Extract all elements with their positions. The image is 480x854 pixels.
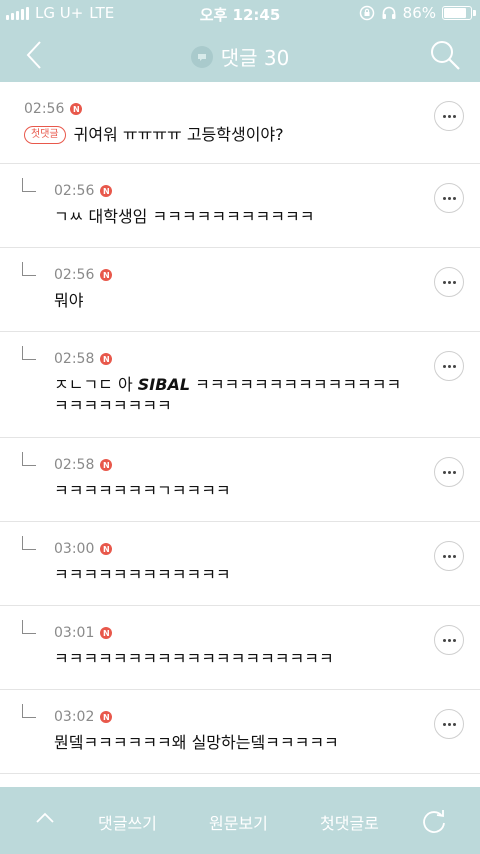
more-options-button[interactable] [434,351,464,381]
comment-text: 뭐야 [54,291,84,310]
refresh-icon[interactable] [420,807,448,835]
status-right: 86% [359,4,476,22]
comment-time: 02:58 [54,457,95,473]
comment-text: 귀여워 ㅠㅠㅠㅠ 고등학생이야? [73,125,284,144]
comment-body: 첫댓글 귀여워 ㅠㅠㅠㅠ 고등학생이야? [24,124,384,145]
reply-item: 02:58 N ㅋㅋㅋㅋㅋㅋㅋㄱㅋㅋㅋㅋ [0,438,480,522]
new-badge: N [100,711,113,723]
comment-body: ㅈㄴㄱㄷ 아 SIBAL ㅋㅋㅋㅋㅋㅋㅋㅋㅋㅋㅋㅋㅋㅋㅋㅋㅋㅋㅋㅋㅋㅋ [54,374,414,416]
reply-item: 03:02 N 뭔뎈ㅋㅋㅋㅋㅋㅋ왜 실망하는뎈ㅋㅋㅋㅋㅋ [0,690,480,774]
more-options-button[interactable] [434,625,464,655]
reply-item: 02:58 N ㅈㄴㄱㄷ 아 SIBAL ㅋㅋㅋㅋㅋㅋㅋㅋㅋㅋㅋㅋㅋㅋㅋㅋㅋㅋㅋ… [0,332,480,438]
comment-text: ㅋㅋㅋㅋㅋㅋㅋㄱㅋㅋㅋㅋ [54,481,231,500]
reply-item: 02:56 N ㄱㅆ 대학생임 ㅋㅋㅋㅋㅋㅋㅋㅋㅋㅋㅋ [0,164,480,248]
battery-icon [442,6,476,20]
comment-meta: 03:01 N [54,625,113,641]
comment-text: ㄱㅆ 대학생임 ㅋㅋㅋㅋㅋㅋㅋㅋㅋㅋㅋ [54,207,315,226]
comment-time: 03:02 [54,709,95,725]
comment-meta: 02:56 N [24,101,83,117]
comment-time: 03:00 [54,541,95,557]
new-badge: N [100,269,113,281]
headphones-icon [382,6,396,19]
new-badge: N [100,353,113,365]
comment-list: 02:56 N 첫댓글 귀여워 ㅠㅠㅠㅠ 고등학생이야? 02:56 N ㄱㅆ … [0,82,480,787]
more-options-button[interactable] [434,101,464,131]
comment-meta: 02:56 N [54,267,113,283]
navbar: 댓글 30 [0,28,480,82]
reply-arrow-icon [22,178,36,192]
reply-item: 03:01 N ㅋㅋㅋㅋㅋㅋㅋㅋㅋㅋㅋㅋㅋㅋㅋㅋㅋㅋㅋ [0,606,480,690]
first-comment-button[interactable]: 첫댓글로 [320,810,379,834]
comment-text: 뭔뎈ㅋㅋㅋㅋㅋㅋ왜 실망하는뎈ㅋㅋㅋㅋㅋ [54,733,339,752]
new-badge: N [100,459,113,471]
comment-text: ㅋㅋㅋㅋㅋㅋㅋㅋㅋㅋㅋㅋ [54,565,231,584]
reply-arrow-icon [22,704,36,718]
comment-bubble-icon [190,45,213,68]
comment-time: 02:56 [24,101,65,117]
reply-arrow-icon [22,536,36,550]
comment-time: 02:56 [54,183,95,199]
reply-arrow-icon [22,620,36,634]
header: LG U+ LTE 오후 12:45 86% 댓글 30 [0,0,480,82]
comment-meta: 03:00 N [54,541,113,557]
page-title: 댓글 30 [0,42,480,71]
reply-arrow-icon [22,346,36,360]
new-badge: N [70,103,83,115]
reply-item: 02:56 N 뭐야 [0,248,480,332]
new-badge: N [100,185,113,197]
new-badge: N [100,627,113,639]
rotation-lock-icon [359,5,374,21]
search-icon[interactable] [428,38,462,72]
more-options-button[interactable] [434,541,464,571]
chevron-up-icon[interactable] [34,807,56,829]
comment-text: ㅈㄴㄱㄷ 아 [54,375,138,394]
comment-item: 02:56 N 첫댓글 귀여워 ㅠㅠㅠㅠ 고등학생이야? [0,82,480,164]
status-bar: LG U+ LTE 오후 12:45 86% [0,0,480,28]
more-options-button[interactable] [434,457,464,487]
comment-meta: 03:02 N [54,709,113,725]
more-options-button[interactable] [434,709,464,739]
more-options-button[interactable] [434,267,464,297]
comment-text: ㅋㅋㅋㅋㅋㅋㅋㅋㅋㅋㅋㅋㅋㅋㅋㅋㅋㅋㅋ [54,649,334,668]
title-text: 댓글 30 [220,46,290,70]
comment-meta: 02:56 N [54,183,113,199]
write-comment-button[interactable]: 댓글쓰기 [98,810,157,834]
reply-arrow-icon [22,452,36,466]
comment-meta: 02:58 N [54,457,113,473]
reply-arrow-icon [22,262,36,276]
comment-time: 02:56 [54,267,95,283]
comment-time: 03:01 [54,625,95,641]
comment-meta: 02:58 N [54,351,113,367]
first-comment-badge: 첫댓글 [24,125,66,144]
reply-item: 03:00 N ㅋㅋㅋㅋㅋㅋㅋㅋㅋㅋㅋㅋ [0,522,480,606]
view-original-button[interactable]: 원문보기 [209,810,268,834]
more-options-button[interactable] [434,183,464,213]
comment-emphasis: SIBAL [137,375,191,394]
battery-percent: 86% [402,4,436,22]
new-badge: N [100,543,113,555]
comment-time: 02:58 [54,351,95,367]
bottom-bar: 댓글쓰기 원문보기 첫댓글로 [0,787,480,854]
